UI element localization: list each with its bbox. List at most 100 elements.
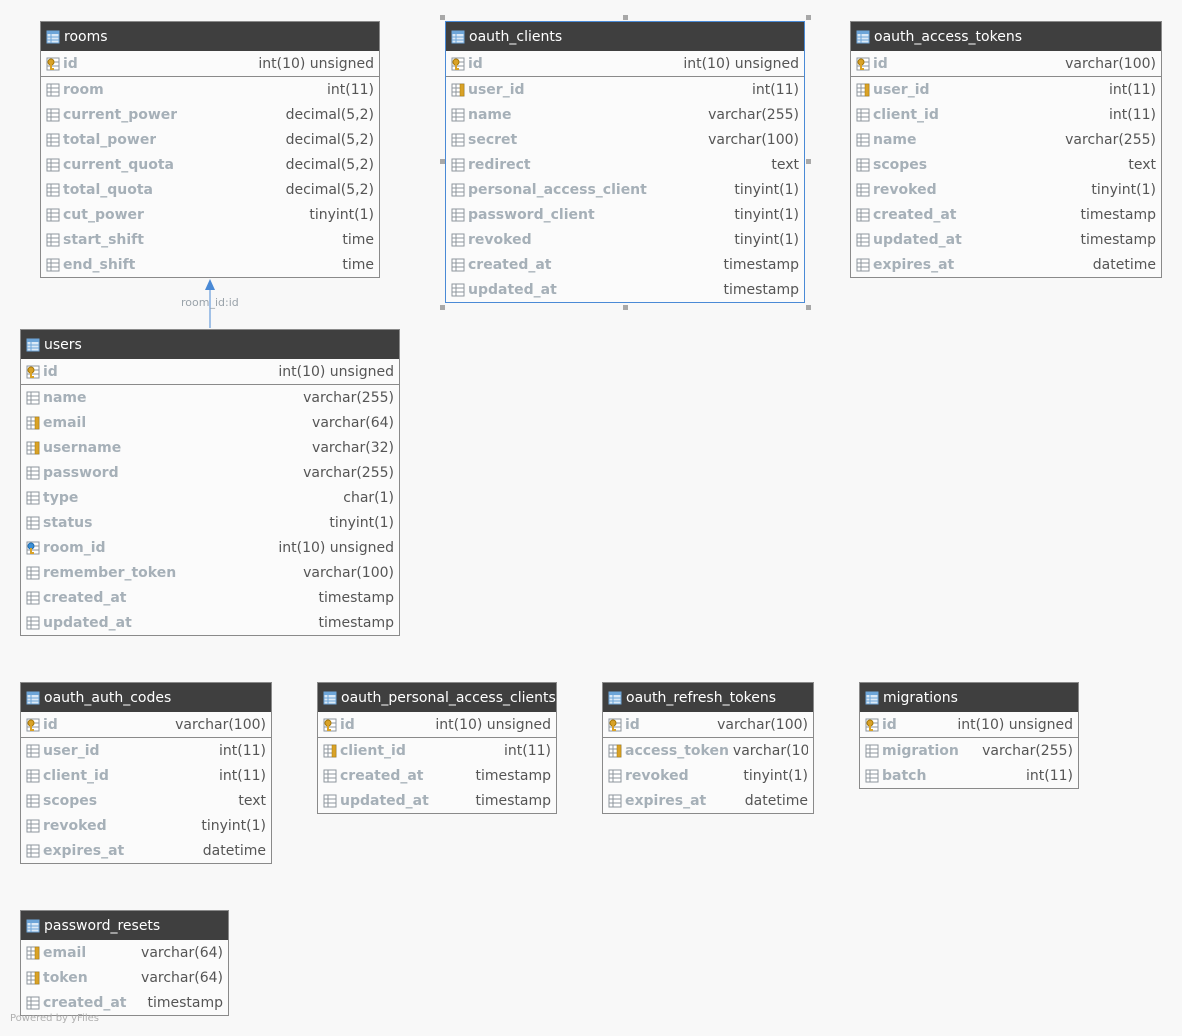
column-row[interactable]: status tinyint(1) [21, 510, 399, 535]
column-row[interactable]: total_power decimal(5,2) [41, 127, 379, 152]
column-type: tinyint(1) [734, 206, 799, 223]
column-row[interactable]: id int(10) unsigned [446, 51, 804, 77]
column-row[interactable]: cut_power tinyint(1) [41, 202, 379, 227]
column-row[interactable]: type char(1) [21, 485, 399, 510]
selection-handle-bottom-left[interactable] [440, 305, 445, 310]
column-row[interactable]: user_id int(11) [851, 77, 1161, 102]
column-row[interactable]: updated_at timestamp [851, 227, 1161, 252]
column-row[interactable]: current_power decimal(5,2) [41, 102, 379, 127]
index-column-icon [451, 83, 465, 96]
table-header[interactable]: oauth_clients [446, 22, 804, 51]
table-oauth-personal-access-clients[interactable]: oauth_personal_access_clients id int(10) u… [317, 682, 557, 814]
column-row[interactable]: revoked tinyint(1) [446, 227, 804, 252]
column-row[interactable]: id int(10) unsigned [318, 712, 556, 738]
table-header[interactable]: users [21, 330, 399, 359]
column-row[interactable]: batch int(11) [860, 763, 1078, 788]
column-row[interactable]: end_shift time [41, 252, 379, 277]
selection-handle-middle-right[interactable] [806, 159, 811, 164]
table-header[interactable]: rooms [41, 22, 379, 51]
column-row[interactable]: id int(10) unsigned [21, 359, 399, 385]
table-oauth-auth-codes[interactable]: oauth_auth_codes id varchar(100) user_id int… [20, 682, 272, 864]
column-row[interactable]: access_token_idvarchar(100) [603, 738, 813, 763]
column-type: datetime [744, 792, 808, 809]
column-name: expires_at [873, 256, 955, 273]
table-users[interactable]: users id int(10) unsigned name varchar(255) e… [20, 329, 400, 636]
table-rooms[interactable]: rooms id int(10) unsigned room int(11) curren… [40, 21, 380, 278]
column-name: client_id [873, 106, 939, 123]
column-row[interactable]: expires_at datetime [21, 838, 271, 863]
column-row[interactable]: room_id int(10) unsigned [21, 535, 399, 560]
column-row[interactable]: scopes text [21, 788, 271, 813]
column-row[interactable]: remember_token varchar(100) [21, 560, 399, 585]
column-row[interactable]: start_shift time [41, 227, 379, 252]
column-row[interactable]: updated_at timestamp [446, 277, 804, 302]
column-row[interactable]: id varchar(100) [603, 712, 813, 738]
column-name: created_at [340, 767, 424, 784]
column-row[interactable]: username varchar(32) [21, 435, 399, 460]
column-row[interactable]: redirect text [446, 152, 804, 177]
column-row[interactable]: created_at timestamp [21, 990, 228, 1015]
table-header[interactable]: oauth_personal_access_clients [318, 683, 556, 712]
column-row[interactable]: created_at timestamp [21, 585, 399, 610]
selection-handle-top-middle[interactable] [623, 15, 628, 20]
column-row[interactable]: migration varchar(255) [860, 738, 1078, 763]
column-row[interactable]: id varchar(100) [21, 712, 271, 738]
selection-handle-bottom-middle[interactable] [623, 305, 628, 310]
column-row[interactable]: name varchar(255) [446, 102, 804, 127]
primary-key-icon [856, 57, 870, 70]
column-name: current_power [63, 106, 178, 123]
table-title: users [44, 336, 82, 353]
column-row[interactable]: id varchar(100) [851, 51, 1161, 77]
column-row[interactable]: password varchar(255) [21, 460, 399, 485]
column-row[interactable]: client_id int(11) [21, 763, 271, 788]
table-header[interactable]: oauth_refresh_tokens [603, 683, 813, 712]
column-row[interactable]: revoked tinyint(1) [851, 177, 1161, 202]
column-row[interactable]: scopes text [851, 152, 1161, 177]
column-row[interactable]: client_id int(11) [851, 102, 1161, 127]
column-row[interactable]: revoked tinyint(1) [21, 813, 271, 838]
column-type: text [238, 792, 266, 809]
column-row[interactable]: expires_at datetime [851, 252, 1161, 277]
column-row[interactable]: user_id int(11) [21, 738, 271, 763]
table-oauth-clients[interactable]: oauth_clients id int(10) unsigned user_id in… [445, 21, 805, 303]
column-row[interactable]: created_at timestamp [851, 202, 1161, 227]
column-row[interactable]: name varchar(255) [21, 385, 399, 410]
primary-key-icon [46, 57, 60, 70]
table-header[interactable]: migrations [860, 683, 1078, 712]
column-row[interactable]: personal_access_client tinyint(1) [446, 177, 804, 202]
table-password-resets[interactable]: password_resets email varchar(64) token varc… [20, 910, 229, 1016]
selection-handle-bottom-right[interactable] [806, 305, 811, 310]
selection-handle-top-right[interactable] [806, 15, 811, 20]
table-oauth-access-tokens[interactable]: oauth_access_tokens id varchar(100) user_id… [850, 21, 1162, 278]
table-header[interactable]: oauth_access_tokens [851, 22, 1161, 51]
column-icon [856, 133, 870, 146]
column-row[interactable]: email varchar(64) [21, 940, 228, 965]
column-row[interactable]: current_quota decimal(5,2) [41, 152, 379, 177]
table-header[interactable]: oauth_auth_codes [21, 683, 271, 712]
column-name: room [63, 81, 104, 98]
column-row[interactable]: email varchar(64) [21, 410, 399, 435]
table-oauth-refresh-tokens[interactable]: oauth_refresh_tokens id varchar(100) access… [602, 682, 814, 814]
column-row[interactable]: id int(10) unsigned [860, 712, 1078, 738]
table-header[interactable]: password_resets [21, 911, 228, 940]
column-row[interactable]: user_id int(11) [446, 77, 804, 102]
column-name: client_id [43, 767, 109, 784]
selection-handle-top-left[interactable] [440, 15, 445, 20]
column-row[interactable]: total_quota decimal(5,2) [41, 177, 379, 202]
selection-handle-middle-left[interactable] [440, 159, 445, 164]
column-row[interactable]: created_at timestamp [318, 763, 556, 788]
column-row[interactable]: secret varchar(100) [446, 127, 804, 152]
column-row[interactable]: id int(10) unsigned [41, 51, 379, 77]
column-row[interactable]: name varchar(255) [851, 127, 1161, 152]
column-row[interactable]: revoked tinyint(1) [603, 763, 813, 788]
column-row[interactable]: client_id int(11) [318, 738, 556, 763]
column-row[interactable]: updated_at timestamp [21, 610, 399, 635]
column-row[interactable]: password_client tinyint(1) [446, 202, 804, 227]
column-row[interactable]: created_at timestamp [446, 252, 804, 277]
column-type: tinyint(1) [1091, 181, 1156, 198]
column-row[interactable]: expires_at datetime [603, 788, 813, 813]
table-migrations[interactable]: migrations id int(10) unsigned migration var… [859, 682, 1079, 789]
column-row[interactable]: token varchar(64) [21, 965, 228, 990]
column-row[interactable]: updated_at timestamp [318, 788, 556, 813]
column-row[interactable]: room int(11) [41, 77, 379, 102]
